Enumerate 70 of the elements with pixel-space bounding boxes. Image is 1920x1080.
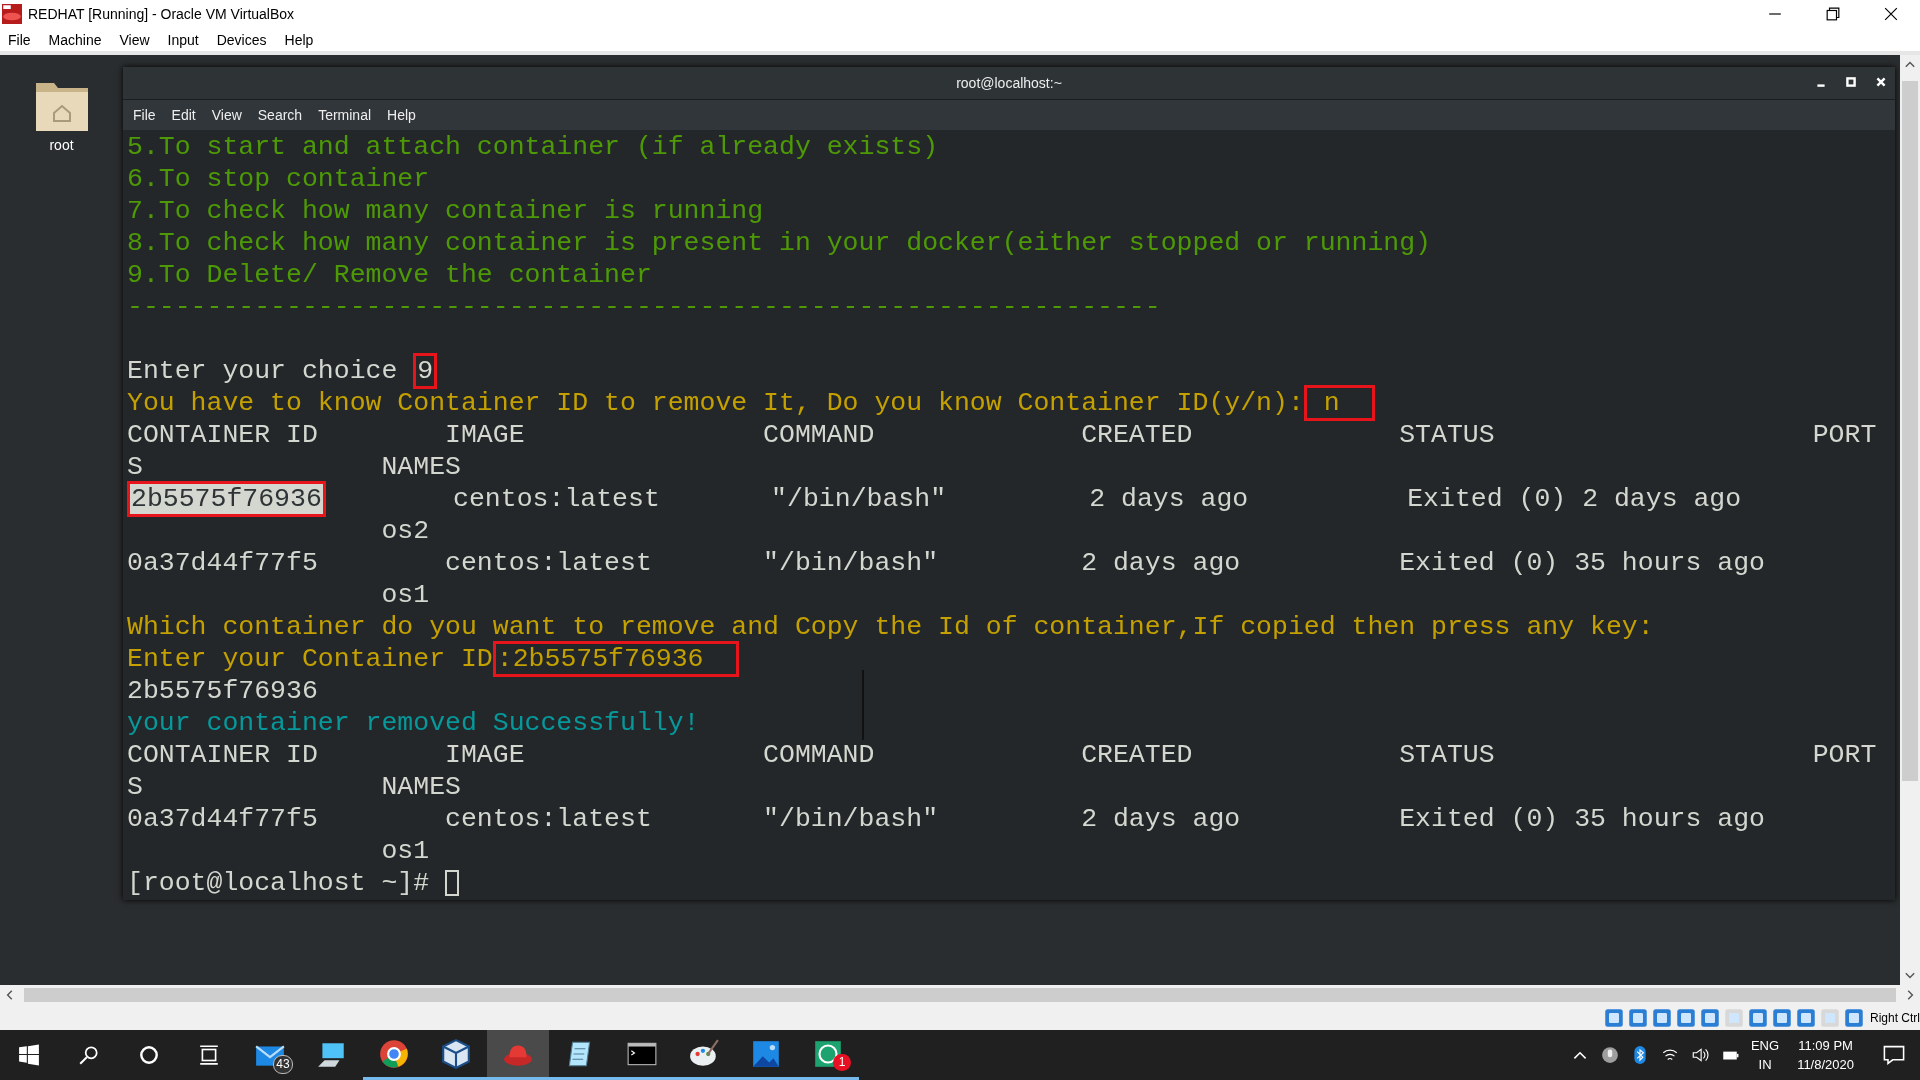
- language-label[interactable]: ENG: [1750, 1036, 1780, 1055]
- terminal-text: os1: [380, 581, 430, 609]
- boxed-text: 2b5575f76936: [127, 481, 326, 517]
- menu-item[interactable]: Edit: [171, 107, 196, 123]
- boxed-text: 9: [413, 353, 438, 389]
- terminal-title: root@localhost:~: [956, 75, 1062, 91]
- notifications-icon[interactable]: [1882, 1043, 1906, 1067]
- menu-item[interactable]: Machine: [48, 31, 102, 48]
- horizontal-scrollbar[interactable]: [0, 985, 1920, 1005]
- terminal-text: -----------------------------------------------------------------: [127, 293, 1161, 321]
- optical-status-icon[interactable]: [1628, 1007, 1648, 1028]
- menu-item[interactable]: View: [119, 31, 150, 48]
- terminal-text: CONTAINER ID IMAGE COMMAND CREATED STATUS PORT: [127, 741, 1877, 769]
- volume-icon[interactable]: [1690, 1046, 1709, 1064]
- notification-badge: 43: [273, 1055, 293, 1074]
- terminal-text: 7.To check how many container is running: [127, 197, 764, 225]
- taskbar-app[interactable]: 43: [239, 1030, 301, 1080]
- disk-status-icon[interactable]: [1604, 1007, 1624, 1028]
- terminal-text: 2b5575f76936: [127, 677, 318, 705]
- terminal-text: 6.To stop container: [127, 165, 430, 193]
- cube-icon: [440, 1037, 472, 1070]
- terminal-text: Enter your choice: [127, 357, 399, 385]
- terminal-text: your container removed Successfully!: [127, 709, 700, 737]
- menu-item[interactable]: File: [133, 107, 156, 123]
- host-key-label: Right Ctrl: [1870, 1010, 1920, 1025]
- terminal-text: 0a37d44f77f5 centos:latest "/bin/bash" 2 days ago Exited (0) 35 hours ago: [127, 805, 1765, 833]
- audio-status-icon[interactable]: [1652, 1007, 1672, 1028]
- terminal-text: S NAMES: [127, 773, 461, 801]
- terminal-text: os2: [380, 517, 430, 545]
- menu-item[interactable]: File: [8, 31, 31, 48]
- network-status-icon[interactable]: [1676, 1007, 1696, 1028]
- terminal-text: centos:latest "/bin/bash" 2 days ago Exited (0) 2 days ago: [452, 485, 1742, 513]
- menu-item[interactable]: Devices: [216, 31, 267, 48]
- maximize-icon[interactable]: [1845, 76, 1857, 88]
- terminal-text: You have to know Container ID to remove It, Do you know Container ID(y/n):: [127, 389, 1304, 417]
- usb-status-icon[interactable]: [1700, 1007, 1720, 1028]
- display-status-icon[interactable]: [1748, 1007, 1768, 1028]
- terminal-text: CONTAINER ID IMAGE COMMAND CREATED STATUS PORT: [127, 421, 1877, 449]
- terminal-text: Enter your Container ID: [127, 645, 493, 673]
- boxed-text: :2b5575f76936: [492, 641, 740, 677]
- menu-item[interactable]: Help: [284, 31, 314, 48]
- microphone-icon[interactable]: [1600, 1046, 1619, 1064]
- close-icon[interactable]: [1875, 76, 1887, 88]
- terminal-cursor: [445, 870, 460, 896]
- terminal-text: 0a37d44f77f5 centos:latest "/bin/bash" 2 days ago Exited (0) 35 hours ago: [127, 549, 1765, 577]
- boxed-text: n: [1303, 385, 1376, 421]
- taskbar-app[interactable]: 1: [797, 1030, 859, 1080]
- desktop-icon-label[interactable]: root: [49, 137, 74, 153]
- menu-item[interactable]: Input: [167, 31, 199, 48]
- menu-item[interactable]: View: [211, 107, 242, 123]
- notification-badge: 1: [833, 1054, 851, 1071]
- terminal-text: 5.To start and attach container (if already exists): [127, 133, 939, 161]
- menu-item[interactable]: Help: [387, 107, 416, 123]
- terminal-text: os1: [380, 837, 430, 865]
- clock-time[interactable]: 11:09 PM: [1798, 1036, 1853, 1055]
- vertical-scrollbar[interactable]: [1900, 55, 1920, 985]
- terminal-text: 8.To check how many container is present in your docker(either stopped or running): [127, 229, 1431, 257]
- terminal-text: Which container do you want to remove and Copy the Id of container,If copied then press any key:: [127, 613, 1654, 641]
- menu-item[interactable]: Search: [257, 107, 303, 123]
- terminal-text: 9.To Delete/ Remove the container: [127, 261, 652, 289]
- video-status-icon[interactable]: [1796, 1007, 1816, 1028]
- terminal-text: S NAMES: [127, 453, 461, 481]
- region-label[interactable]: IN: [1758, 1055, 1772, 1074]
- window-title: REDHAT [Running] - Oracle VM VirtualBox: [28, 6, 295, 22]
- terminal-text: [root@localhost ~]#: [127, 869, 431, 897]
- browser-icon: [378, 1037, 410, 1070]
- display-status-icon[interactable]: [1772, 1007, 1792, 1028]
- clock-date[interactable]: 11/8/2020: [1797, 1055, 1854, 1074]
- download-status-icon[interactable]: [1844, 1007, 1864, 1028]
- menu-item[interactable]: Terminal: [318, 107, 372, 123]
